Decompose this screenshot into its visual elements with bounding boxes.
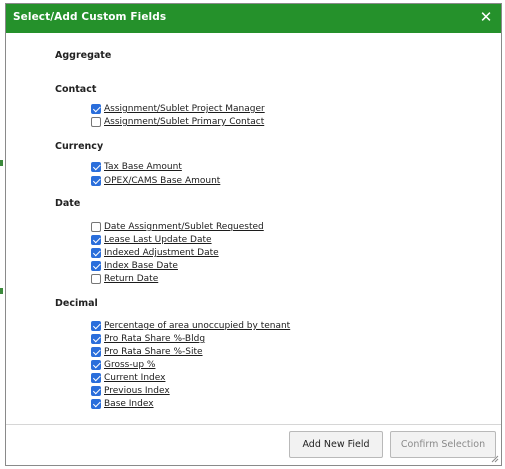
field-label[interactable]: Base Index (104, 399, 154, 409)
field-item[interactable]: Base Index (91, 398, 154, 410)
field-checkbox[interactable] (91, 162, 101, 172)
field-label[interactable]: Percentage of area unoccupied by tenant (104, 321, 290, 331)
field-checkbox[interactable] (91, 386, 101, 396)
field-label[interactable]: Assignment/Sublet Primary Contact (104, 117, 264, 127)
field-checkbox[interactable] (91, 176, 101, 186)
field-checkbox[interactable] (91, 117, 101, 127)
field-label[interactable]: Return Date (104, 274, 158, 284)
field-item[interactable]: Date Assignment/Sublet Requested (91, 221, 264, 233)
field-item[interactable]: Tax Base Amount (91, 161, 182, 173)
field-checkbox[interactable] (91, 347, 101, 357)
field-checkbox[interactable] (91, 248, 101, 258)
field-item[interactable]: OPEX/CAMS Base Amount (91, 175, 220, 187)
field-item[interactable]: Previous Index (91, 385, 170, 397)
field-label[interactable]: Tax Base Amount (104, 162, 182, 172)
confirm-selection-button[interactable]: Confirm Selection (390, 431, 496, 458)
field-label[interactable]: Current Index (104, 373, 165, 383)
field-item[interactable]: Lease Last Update Date (91, 234, 212, 246)
field-checkbox[interactable] (91, 360, 101, 370)
field-checkbox[interactable] (91, 222, 101, 232)
field-checkbox[interactable] (91, 321, 101, 331)
dialog-title: Select/Add Custom Fields (13, 11, 167, 23)
field-checkbox[interactable] (91, 274, 101, 284)
field-item[interactable]: Current Index (91, 372, 165, 384)
group-title-contact: Contact (55, 84, 97, 95)
field-item[interactable]: Percentage of area unoccupied by tenant (91, 320, 290, 332)
field-label[interactable]: Previous Index (104, 386, 170, 396)
field-item[interactable]: Pro Rata Share %-Bldg (91, 333, 205, 345)
field-checkbox[interactable] (91, 261, 101, 271)
field-item[interactable]: Assignment/Sublet Project Manager (91, 103, 265, 115)
field-label[interactable]: Indexed Adjustment Date (104, 248, 219, 258)
field-label[interactable]: Assignment/Sublet Project Manager (104, 104, 265, 114)
field-label[interactable]: OPEX/CAMS Base Amount (104, 176, 220, 186)
field-item[interactable]: Pro Rata Share %-Site (91, 346, 203, 358)
group-title-aggregate: Aggregate (55, 50, 112, 61)
group-title-date: Date (55, 198, 81, 209)
group-title-decimal: Decimal (55, 298, 98, 309)
field-item[interactable]: Return Date (91, 273, 158, 285)
field-label[interactable]: Lease Last Update Date (104, 235, 212, 245)
custom-fields-dialog: Select/Add Custom Fields ✕ Aggregate Con… (5, 3, 502, 466)
field-label[interactable]: Pro Rata Share %-Bldg (104, 334, 205, 344)
background-edge-mark (0, 160, 3, 166)
field-item[interactable]: Index Base Date (91, 260, 178, 272)
field-label[interactable]: Index Base Date (104, 261, 178, 271)
group-title-currency: Currency (55, 141, 104, 152)
field-checkbox[interactable] (91, 235, 101, 245)
close-icon[interactable]: ✕ (479, 9, 493, 25)
field-checkbox[interactable] (91, 373, 101, 383)
field-list[interactable]: Aggregate Contact Assignment/Sublet Proj… (6, 33, 501, 414)
field-label[interactable]: Date Assignment/Sublet Requested (104, 222, 264, 232)
field-checkbox[interactable] (91, 399, 101, 409)
field-item[interactable]: Assignment/Sublet Primary Contact (91, 116, 264, 128)
field-checkbox[interactable] (91, 334, 101, 344)
dialog-title-bar[interactable]: Select/Add Custom Fields ✕ (6, 4, 501, 33)
footer-divider (6, 424, 501, 425)
field-checkbox[interactable] (91, 104, 101, 114)
resize-grip-icon[interactable] (489, 453, 499, 463)
background-edge-mark (0, 288, 3, 294)
add-new-field-button[interactable]: Add New Field (289, 431, 383, 458)
field-item[interactable]: Gross-up % (91, 359, 155, 371)
field-label[interactable]: Gross-up % (104, 360, 155, 370)
field-item[interactable]: Indexed Adjustment Date (91, 247, 219, 259)
field-label[interactable]: Pro Rata Share %-Site (104, 347, 203, 357)
